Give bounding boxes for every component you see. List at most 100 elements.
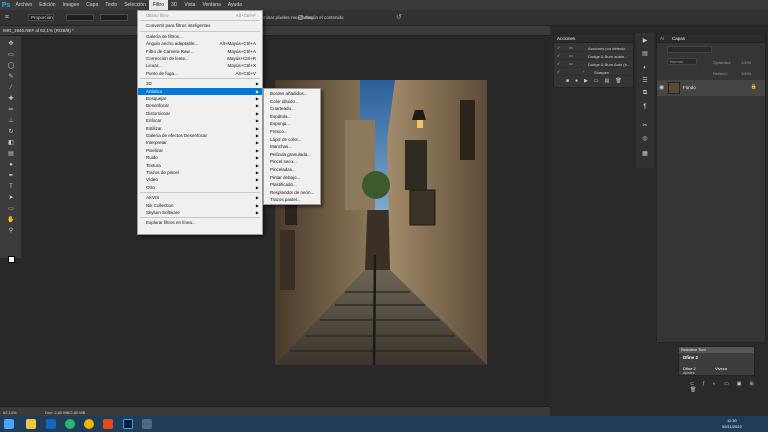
tab-capas[interactable]: Capas [672, 36, 685, 41]
file-explorer-icon[interactable] [26, 419, 36, 429]
brush-tool-icon[interactable]: ✏ [6, 105, 16, 114]
artistic-filter-item[interactable]: Fresco... [264, 128, 320, 136]
reset-icon[interactable]: ↺ [396, 13, 405, 22]
action-row[interactable]: ✓ ▭ Acciones por defecto [554, 44, 633, 52]
menu-edicion[interactable]: Edición [36, 0, 59, 10]
brush-settings-icon[interactable]: ☰ [640, 76, 650, 85]
filter-menu-item[interactable]: Bosquejar ▶ [138, 95, 262, 102]
action-row[interactable]: ✓ ▭ Dodge & Burn Auto (s... [554, 60, 633, 68]
filter-menu-item[interactable]: Skylum Software ▶ [138, 209, 262, 216]
menu-filtro[interactable]: Filtro [149, 0, 168, 10]
artistic-filter-item[interactable]: Cuarteado... [264, 105, 320, 113]
healing-tool-icon[interactable]: ✚ [6, 94, 16, 103]
menu-texto[interactable]: Texto [102, 0, 121, 10]
artistic-filter-item[interactable]: Plastificado... [264, 181, 320, 189]
move-tool-icon[interactable]: ✥ [6, 39, 16, 48]
artboard-tool-icon[interactable]: ▭ [6, 50, 16, 59]
fill-value[interactable]: 100% [741, 71, 751, 76]
artistic-filter-item[interactable]: Pincel seco... [264, 158, 320, 166]
menu-seleccion[interactable]: Selección [121, 0, 150, 10]
artistic-filter-item[interactable]: Pintar debajo... [264, 174, 320, 182]
filter-menu-item[interactable]: Trazos de pincel ▶ [138, 169, 262, 176]
content-aware-checkbox[interactable] [298, 15, 303, 20]
filter-menu-item[interactable]: Convertir para filtros inteligentes [138, 22, 262, 29]
filter-menu-item[interactable]: Nik Collection ▶ [138, 202, 262, 209]
blend-mode-select[interactable]: Normal [667, 58, 697, 65]
color-icon[interactable]: ◎ [640, 134, 650, 143]
height-input[interactable] [100, 14, 128, 21]
shape-tool-icon[interactable]: ▭ [6, 204, 16, 213]
artistic-filter-item[interactable]: Bordes añadidos... [264, 90, 320, 98]
chrome-icon[interactable] [84, 419, 94, 429]
grid-icon[interactable]: ▦ [640, 149, 650, 158]
menu-vista[interactable]: Vista [181, 0, 199, 10]
crop-tool-icon[interactable]: ⌗ [5, 14, 15, 22]
layer-name[interactable]: Fondo [683, 85, 696, 90]
eyedropper-tool-icon[interactable]: ⁄ [6, 83, 16, 92]
action-row[interactable]: ✓ ▭ Dodge & Burn auton... [554, 52, 633, 60]
app-icon[interactable] [142, 419, 152, 429]
selective-tool-title[interactable]: Selective Tool [679, 347, 754, 353]
hand-tool-icon[interactable]: ✋ [6, 215, 16, 224]
opacity-value[interactable]: 100% [741, 60, 751, 65]
layers-icon[interactable]: ▤ [640, 49, 650, 58]
brave-icon[interactable] [103, 419, 113, 429]
artistic-filter-item[interactable]: Trazos pastel... [264, 196, 320, 204]
filter-menu-item[interactable]: Filtro de Camera Raw... Mayús+Ctrl+A [138, 48, 262, 55]
preset-select[interactable]: Proporción [28, 14, 54, 21]
filter-menu-item[interactable]: Pixelizar ▶ [138, 147, 262, 154]
play-icon[interactable]: ▶ [640, 36, 650, 45]
filter-menu-item[interactable]: Galería de filtros... [138, 33, 262, 40]
eraser-tool-icon[interactable]: ◧ [6, 138, 16, 147]
lasso-tool-icon[interactable]: ◯ [6, 61, 16, 70]
filter-menu-item[interactable]: Distorsionar ▶ [138, 110, 262, 117]
filter-menu-item[interactable]: Ruido ▶ [138, 154, 262, 161]
layer-row[interactable]: ◉ Fondo 🔒 [657, 80, 765, 96]
filter-menu-item[interactable]: Licuar... Mayús+Ctrl+X [138, 62, 262, 69]
selective-item[interactable]: Dfine 2 [683, 355, 698, 360]
menu-ayuda[interactable]: Ayuda [224, 0, 245, 10]
menu-ventana[interactable]: Ventana [199, 0, 224, 10]
artistic-filter-item[interactable]: Esponja... [264, 120, 320, 128]
clock-date[interactable]: 09/11/2022 [722, 424, 742, 429]
channels-icon[interactable]: ⧉ [640, 89, 650, 98]
doc-info[interactable]: Doc: 2,80 MB/2,80 MB [45, 410, 85, 415]
filter-menu-item[interactable]: Ángulo ancho adaptable... Alt+Mayús+Ctrl+… [138, 40, 262, 47]
artistic-filter-item[interactable]: Película granulada... [264, 151, 320, 159]
windows-start-icon[interactable] [4, 419, 14, 429]
filter-menu-item[interactable]: Textura ▶ [138, 162, 262, 169]
action-row[interactable]: ✓ › Sharpen [554, 68, 633, 76]
layer-filter-select[interactable] [667, 46, 712, 53]
edge-icon[interactable] [65, 419, 75, 429]
artistic-filter-item[interactable]: Lápiz de color... [264, 136, 320, 144]
history-brush-icon[interactable]: ↻ [6, 127, 16, 136]
menu-archivo[interactable]: Archivo [12, 0, 36, 10]
zoom-tool-icon[interactable]: ⚲ [6, 226, 16, 235]
filter-menu-item[interactable]: Punto de fuga... Alt+Ctrl+V [138, 70, 262, 77]
tab-ai[interactable]: Ai [660, 36, 664, 41]
artistic-filter-item[interactable]: Manchas... [264, 143, 320, 151]
tab-acciones[interactable]: Acciones [557, 36, 575, 41]
filter-menu-item[interactable]: Otro ▶ [138, 184, 262, 191]
filter-menu-item[interactable]: Enfocar ▶ [138, 117, 262, 124]
filter-menu-item[interactable]: Vídeo ▶ [138, 176, 262, 183]
actions-controls[interactable]: ■●▶▭▤🗑 [554, 78, 633, 88]
type-tool-icon[interactable]: T [6, 182, 16, 191]
photoshop-taskbar-icon[interactable] [123, 419, 133, 429]
filter-menu-item[interactable]: 3D ▶ [138, 80, 262, 87]
artistic-filter-item[interactable]: Espátula... [264, 113, 320, 121]
quick-select-tool-icon[interactable]: ✎ [6, 72, 16, 81]
filter-menu-item[interactable]: Interpretar ▶ [138, 139, 262, 146]
paragraph-icon[interactable]: ¶ [640, 102, 650, 111]
artistic-filter-item[interactable]: Color diluido... [264, 98, 320, 106]
visibility-eye-icon[interactable]: ◉ [659, 84, 664, 91]
artistic-filter-item[interactable]: Pinceladas... [264, 166, 320, 174]
path-select-icon[interactable]: ➤ [6, 193, 16, 202]
selective-item[interactable]: Viveza [715, 366, 727, 371]
clock-time[interactable]: 11:30 [727, 418, 737, 423]
filter-menu-item[interactable]: Explorar filtros en línea... [138, 219, 262, 226]
foreground-color-swatch[interactable] [8, 256, 15, 263]
menu-capa[interactable]: Capa [83, 0, 102, 10]
menu-imagen[interactable]: Imagen [59, 0, 83, 10]
artistic-filter-item[interactable]: Resplandor de neón... [264, 189, 320, 197]
